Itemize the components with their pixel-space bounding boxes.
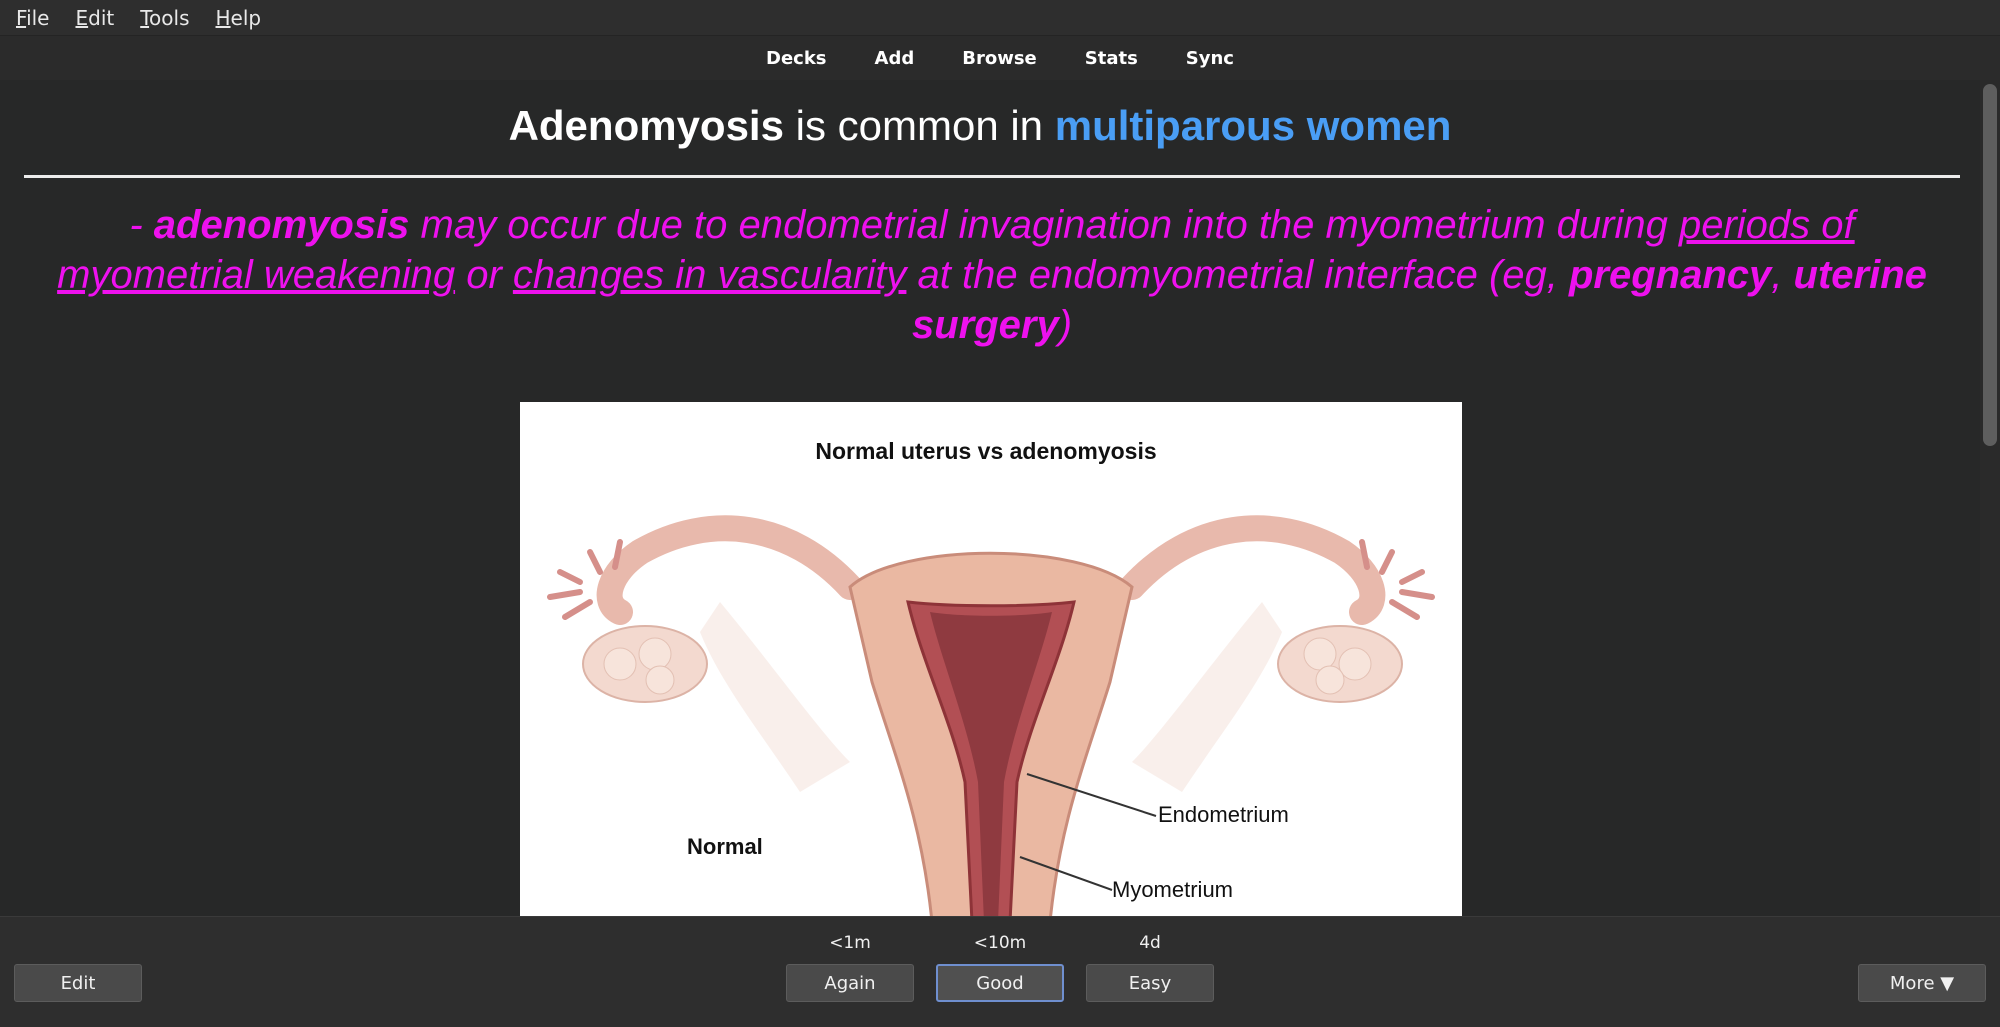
left-ovary-follicle — [638, 637, 672, 671]
menu-tools[interactable]: Tools — [132, 6, 197, 30]
label-endometrium: Endometrium — [1158, 802, 1289, 827]
right-ligament — [1132, 602, 1282, 792]
answer-bar: Edit <1m <10m 4d Again Good Easy More ▼ — [0, 916, 2000, 1027]
right-ovary-follicle — [1303, 637, 1337, 671]
scrollbar-thumb[interactable] — [1983, 84, 1997, 446]
extra-text: , — [1771, 253, 1794, 297]
uterus-drawing — [547, 515, 1435, 916]
left-ovary-follicle — [645, 665, 675, 695]
card-reviewer: Adenomyosis is common in multiparous wom… — [0, 80, 2000, 916]
main-toolbar: Decks Add Browse Stats Sync — [0, 36, 2000, 80]
good-interval: <10m — [973, 933, 1027, 953]
easy-interval: 4d — [1139, 933, 1161, 953]
extra-text: or — [455, 253, 513, 297]
extra-underline: changes in vascularity — [512, 253, 907, 297]
card-front: Adenomyosis is common in multiparous wom… — [0, 102, 1960, 150]
toolbar-decks-link[interactable]: Decks — [746, 48, 847, 69]
more-button[interactable]: More ▼ — [1858, 964, 1986, 1002]
answer-divider — [24, 175, 1960, 178]
easy-button[interactable]: Easy — [1086, 964, 1214, 1002]
extra-text: at the endomyometrial interface (eg, — [906, 253, 1569, 297]
extra-term: adenomyosis — [153, 203, 410, 247]
uterus-illustration: Normal uterus vs adenomyosis Normal Endo… — [520, 402, 1462, 916]
edit-button[interactable]: Edit — [14, 964, 142, 1002]
right-fallopian-tube — [1119, 515, 1386, 625]
toolbar-sync-link[interactable]: Sync — [1166, 48, 1254, 69]
toolbar-stats-link[interactable]: Stats — [1065, 48, 1158, 69]
label-myometrium: Myometrium — [1112, 877, 1234, 902]
toolbar-browse-link[interactable]: Browse — [942, 48, 1057, 69]
left-ligament — [700, 602, 850, 792]
toolbar-add-link[interactable]: Add — [855, 48, 935, 69]
extra-bold: pregnancy — [1568, 253, 1772, 297]
extra-text: may occur due to endometrial invaginatio… — [409, 203, 1679, 247]
menu-help[interactable]: Help — [208, 6, 270, 30]
left-ovary-follicle — [603, 647, 637, 681]
card-extra: - adenomyosis may occur due to endometri… — [44, 200, 1940, 350]
extra-dash: - — [129, 203, 154, 247]
left-fallopian-tube — [596, 515, 863, 625]
menu-file[interactable]: File — [8, 6, 57, 30]
menu-edit[interactable]: Edit — [67, 6, 122, 30]
front-term: Adenomyosis — [508, 102, 784, 149]
menubar: File Edit Tools Help — [0, 0, 2000, 36]
label-normal: Normal — [687, 834, 763, 859]
extra-text: ) — [1058, 303, 1073, 347]
good-button[interactable]: Good — [936, 964, 1064, 1002]
again-button[interactable]: Again — [786, 964, 914, 1002]
front-highlight: multiparous women — [1054, 102, 1452, 149]
front-text: is common in — [783, 102, 1055, 149]
right-ovary-follicle — [1315, 665, 1345, 695]
again-interval: <1m — [829, 933, 871, 953]
right-ovary-follicle — [1338, 647, 1372, 681]
vertical-scrollbar[interactable] — [1980, 80, 2000, 916]
